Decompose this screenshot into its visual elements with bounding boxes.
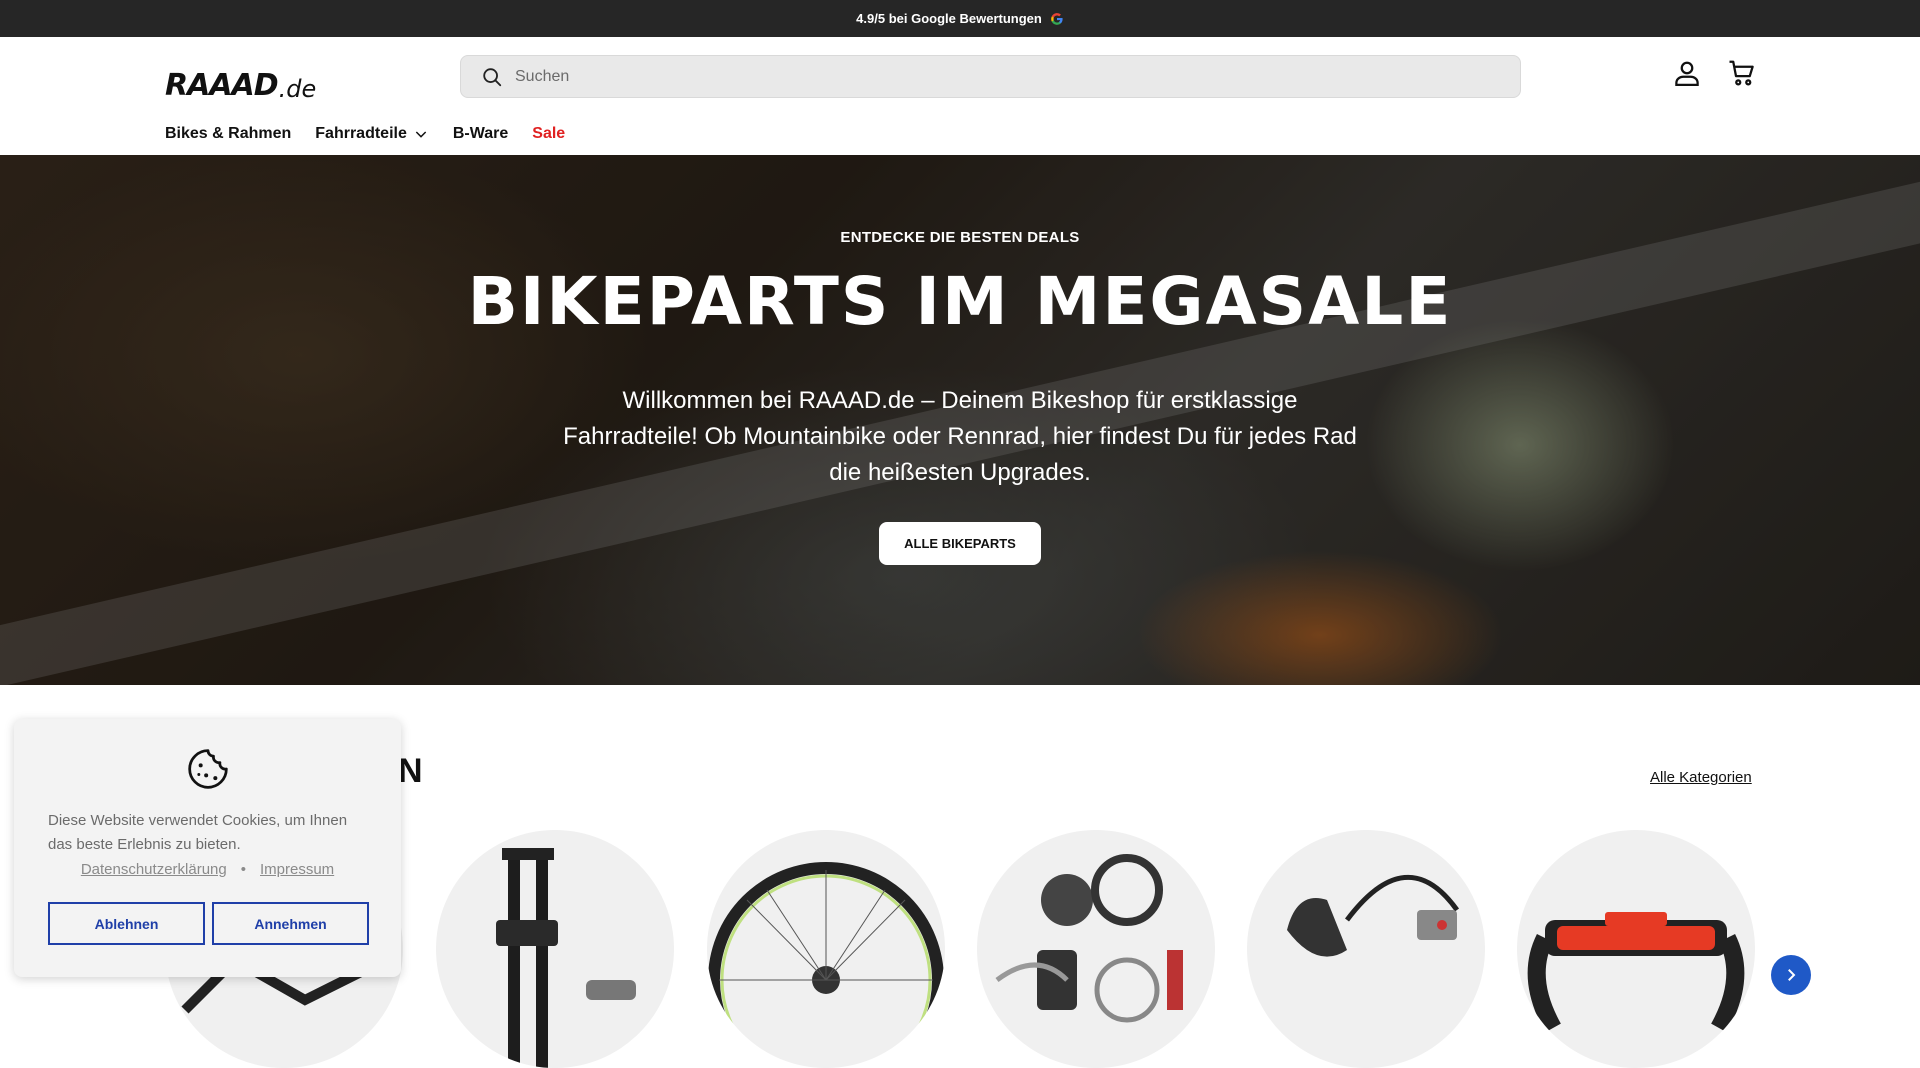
account-button[interactable] xyxy=(1671,57,1703,89)
wheel-image xyxy=(708,862,944,1068)
cookie-icon xyxy=(188,749,228,789)
cart-icon xyxy=(1729,60,1754,86)
logo-wordmark: RAAAD xyxy=(165,68,279,103)
link-separator: • xyxy=(240,861,246,878)
announcement-text: 4.9/5 bei Google Bewertungen xyxy=(856,11,1042,26)
google-icon xyxy=(1050,12,1063,25)
category-handlebars[interactable] xyxy=(1517,830,1755,1068)
cookie-text: Diese Website verwendet Cookies, um Ihne… xyxy=(48,812,348,853)
imprint-link[interactable]: Impressum xyxy=(260,861,334,878)
cart-button[interactable] xyxy=(1726,57,1758,89)
carousel-next-button[interactable] xyxy=(1771,955,1811,995)
nav-item-bikes-rahmen[interactable]: Bikes & Rahmen xyxy=(165,125,291,143)
nav-item-fahrradteile[interactable]: Fahrradteile xyxy=(315,125,429,143)
search-icon xyxy=(483,67,502,86)
main-nav: Bikes & Rahmen Fahrradteile B-Ware Sale xyxy=(165,125,565,143)
hero-banner: ENTDECKE DIE BESTEN DEALS BIKEPARTS IM M… xyxy=(0,155,1920,685)
category-groupset[interactable] xyxy=(977,830,1215,1068)
nav-item-b-ware[interactable]: B-Ware xyxy=(453,125,508,143)
accept-button[interactable]: Annehmen xyxy=(212,902,369,945)
logo[interactable]: RAAAD .de xyxy=(165,61,317,103)
hero-text: Willkommen bei RAAAD.de – Deinem Bikesho… xyxy=(563,387,1357,486)
category-suspension-fork[interactable] xyxy=(436,830,674,1068)
user-icon xyxy=(1675,61,1699,86)
groupset-image xyxy=(995,854,1183,1023)
category-brakes[interactable] xyxy=(1247,830,1485,1068)
all-categories-link[interactable]: Alle Kategorien xyxy=(1650,769,1752,786)
decline-button[interactable]: Ablehnen xyxy=(48,902,205,945)
hero-kicker: ENTDECKE DIE BESTEN DEALS xyxy=(840,229,1080,246)
search-input[interactable] xyxy=(515,67,1415,86)
suspension-fork-image xyxy=(496,848,636,1068)
handlebar-image xyxy=(1527,912,1745,1033)
all-bikeparts-button[interactable]: ALLE BIKEPARTS xyxy=(879,522,1041,565)
chevron-down-icon xyxy=(415,131,427,138)
brake-shifter-image xyxy=(1287,874,1460,957)
cookie-banner: Diese Website verwendet Cookies, um Ihne… xyxy=(14,719,401,977)
cookie-links: Datenschutzerklärung • Impressum xyxy=(14,861,401,878)
privacy-link[interactable]: Datenschutzerklärung xyxy=(81,861,227,878)
logo-tld: .de xyxy=(278,75,317,103)
chevron-right-icon xyxy=(1788,969,1796,981)
hero-title: BIKEPARTS IM MEGASALE xyxy=(467,263,1453,340)
site-header: RAAAD .de Bikes & Rahmen Fahrradteile B-… xyxy=(0,37,1920,155)
category-wheels[interactable] xyxy=(707,830,945,1068)
categories-title: N xyxy=(398,752,423,790)
announcement-bar: 4.9/5 bei Google Bewertungen xyxy=(0,0,1920,37)
search-bar[interactable] xyxy=(460,55,1521,98)
nav-item-sale[interactable]: Sale xyxy=(532,125,565,143)
